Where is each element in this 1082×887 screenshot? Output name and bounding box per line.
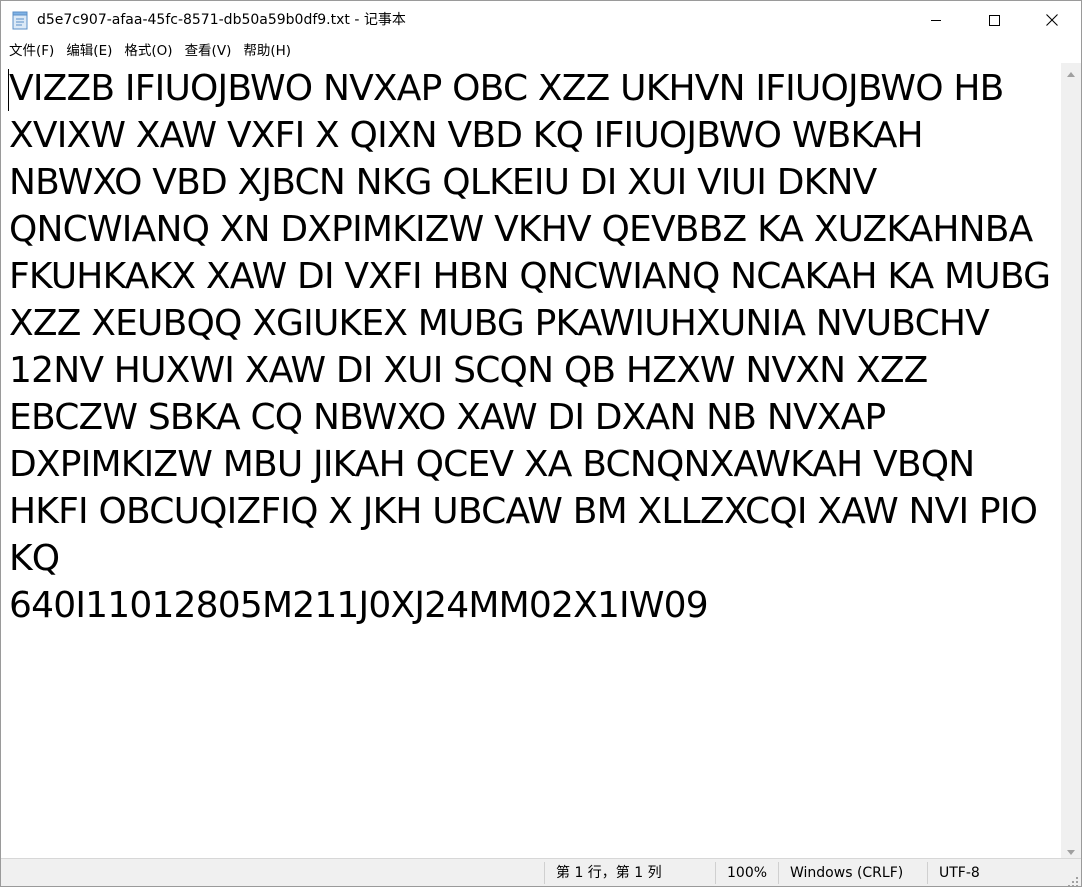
menu-view[interactable]: 查看(V) xyxy=(179,40,238,62)
status-separator xyxy=(544,862,545,884)
minimize-icon xyxy=(930,11,942,30)
menu-format[interactable]: 格式(O) xyxy=(118,40,178,62)
notepad-icon xyxy=(12,11,29,30)
text-caret xyxy=(8,69,9,111)
title-bar[interactable]: d5e7c907-afaa-45fc-8571-db50a59b0df9.txt… xyxy=(1,1,1081,39)
window-title: d5e7c907-afaa-45fc-8571-db50a59b0df9.txt… xyxy=(37,12,406,28)
status-separator xyxy=(715,862,716,884)
resize-grip-icon[interactable] xyxy=(1067,873,1079,886)
status-bar: 第 1 行，第 1 列 100% Windows (CRLF) UTF-8 xyxy=(1,858,1081,886)
status-separator xyxy=(927,862,928,884)
chevron-down-icon xyxy=(1067,840,1075,859)
editor-content[interactable]: VIZZB IFIUOJBWO NVXAP OBC XZZ UKHVN IFIU… xyxy=(9,65,1055,629)
chevron-up-icon xyxy=(1067,62,1075,81)
notepad-window: d5e7c907-afaa-45fc-8571-db50a59b0df9.txt… xyxy=(0,0,1082,887)
menu-help[interactable]: 帮助(H) xyxy=(237,40,297,62)
scroll-up-button[interactable] xyxy=(1061,63,1081,80)
line-ending: Windows (CRLF) xyxy=(790,865,904,881)
close-icon xyxy=(1046,11,1058,30)
menu-bar: 文件(F) 编辑(E) 格式(O) 查看(V) 帮助(H) xyxy=(1,39,1081,63)
zoom-level: 100% xyxy=(727,865,768,881)
status-separator xyxy=(778,862,779,884)
vertical-scrollbar[interactable] xyxy=(1061,63,1081,858)
maximize-icon xyxy=(988,11,1000,30)
cursor-position: 第 1 行，第 1 列 xyxy=(556,865,662,881)
text-editor-area[interactable]: VIZZB IFIUOJBWO NVXAP OBC XZZ UKHVN IFIU… xyxy=(1,63,1061,858)
scroll-down-button[interactable] xyxy=(1061,841,1081,858)
encoding: UTF-8 xyxy=(939,865,980,881)
menu-edit[interactable]: 编辑(E) xyxy=(60,40,118,62)
menu-file[interactable]: 文件(F) xyxy=(3,40,60,62)
maximize-button[interactable] xyxy=(965,1,1023,39)
close-button[interactable] xyxy=(1023,1,1081,39)
minimize-button[interactable] xyxy=(907,1,965,39)
